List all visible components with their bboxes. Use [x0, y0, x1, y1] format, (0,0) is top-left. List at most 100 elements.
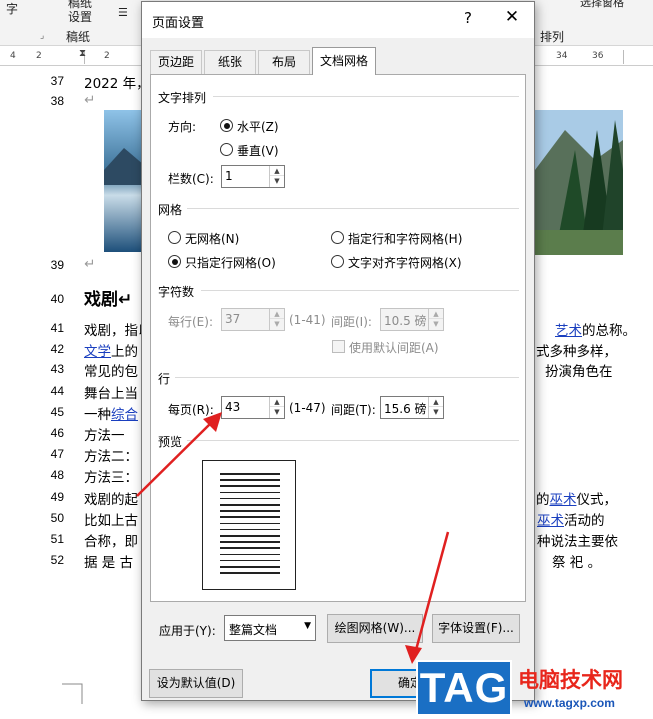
chevron-down-icon[interactable]: ▼: [304, 621, 311, 631]
line-number: 43: [50, 362, 64, 376]
spin-down-icon[interactable]: ▼: [270, 407, 284, 417]
separator: [175, 377, 519, 378]
line-grid-only-radio[interactable]: [168, 255, 181, 268]
ribbon-group-arrange: 排列: [540, 30, 565, 44]
doc-link[interactable]: 艺术: [555, 323, 582, 339]
doc-link[interactable]: 巫术: [550, 492, 577, 508]
section-text-direction: 文字排列: [158, 91, 207, 105]
lines-per-page-spinbox[interactable]: 43 ▲ ▼: [221, 396, 285, 419]
doc-heading: 戏剧↵: [84, 290, 133, 310]
preview-line: [220, 522, 280, 525]
line-and-char-grid-radio[interactable]: [331, 231, 344, 244]
doc-line-right-pre: 的: [536, 492, 550, 508]
dialog-title: 页面设置: [152, 16, 205, 31]
tab-document-grid[interactable]: 文档网格: [312, 47, 376, 75]
line-number: 48: [50, 468, 64, 482]
doc-link[interactable]: 文学: [84, 344, 111, 360]
preview-line: [220, 491, 280, 494]
preview-line: [220, 572, 280, 574]
preview-line: [220, 510, 280, 512]
forest-photo: [535, 110, 623, 255]
apply-to-select[interactable]: 整篇文档 ▼: [224, 615, 316, 641]
spin-down-icon: ▼: [274, 320, 280, 328]
doc-line: 常见的包: [84, 364, 138, 380]
tab-paper[interactable]: 纸张: [204, 50, 256, 74]
spin-up-icon[interactable]: ▲: [429, 397, 443, 407]
preview-line: [220, 541, 280, 543]
lake-photo: [104, 110, 144, 252]
indent-marker-icon[interactable]: ⧗: [79, 48, 86, 59]
line-number: 44: [50, 384, 64, 398]
dialog-titlebar[interactable]: 页面设置 ? ✕: [142, 2, 534, 38]
doc-line: 戏剧的起: [84, 492, 138, 508]
char-pitch-spinbox: 10.5 磅 ▲ ▼: [380, 308, 444, 331]
set-default-button[interactable]: 设为默认值(D): [149, 669, 243, 698]
preview-line: [220, 504, 280, 506]
apply-to-value[interactable]: 整篇文档: [229, 621, 277, 638]
snap-char-grid-radio[interactable]: [331, 255, 344, 268]
preview-line: [220, 547, 280, 549]
doc-line-right: 式多种多样，: [536, 344, 617, 360]
line-number: 51: [50, 532, 64, 546]
help-button[interactable]: ?: [458, 9, 478, 27]
ruler-number: 4: [10, 51, 16, 61]
line-pitch-value[interactable]: 15.6 磅: [384, 400, 427, 417]
doc-line: 一种: [84, 407, 111, 423]
font-settings-button[interactable]: 字体设置(F)...: [432, 614, 520, 643]
separator: [187, 440, 519, 441]
page-corner-mark: [62, 683, 83, 704]
section-preview: 预览: [158, 435, 183, 449]
spin-down-icon[interactable]: ▼: [270, 176, 284, 186]
tab-layout[interactable]: 布局: [258, 50, 310, 74]
line-pitch-spinbox[interactable]: 15.6 磅 ▲ ▼: [380, 396, 444, 419]
tab-margins[interactable]: 页边距: [150, 50, 202, 74]
horizontal-radio[interactable]: [220, 119, 233, 132]
lines-per-page-label: 每页(R):: [168, 403, 214, 417]
section-lines: 行: [158, 372, 171, 386]
doc-line: 方法二：: [84, 449, 138, 465]
doc-line-right: 扮演角色在: [545, 364, 613, 380]
doc-link[interactable]: 综合: [111, 407, 138, 423]
chars-range: (1-41): [289, 313, 326, 327]
doc-link[interactable]: 巫术: [537, 513, 564, 529]
columns-spinbox[interactable]: 1 ▲ ▼: [221, 165, 285, 188]
dialog-launcher-icon[interactable]: ⌟: [40, 31, 44, 41]
vertical-label[interactable]: 垂直(V): [237, 142, 279, 159]
doc-line: 方法三：: [84, 470, 138, 486]
apply-to-label: 应用于(Y):: [159, 624, 216, 638]
watermark-logo: TAG: [416, 660, 512, 716]
close-button[interactable]: ✕: [502, 7, 522, 27]
doc-line: 方法一: [84, 428, 125, 444]
ruler-number: 36: [592, 51, 604, 61]
ribbon-draft-settings-line2[interactable]: 设置: [68, 8, 92, 25]
preview-page: [202, 460, 296, 590]
spin-down-icon[interactable]: ▼: [429, 407, 443, 417]
separator: [187, 208, 519, 209]
ribbon-selection-pane[interactable]: 选择窗格: [580, 0, 624, 10]
line-number: 37: [50, 74, 64, 88]
line-grid-only-label[interactable]: 只指定行网格(O): [185, 254, 276, 271]
columns-label: 栏数(C):: [168, 172, 214, 186]
doc-line-tail: 的总称。: [582, 323, 636, 339]
char-pitch-label: 间距(I):: [331, 315, 372, 329]
snap-char-grid-label[interactable]: 文字对齐字符网格(X): [348, 254, 462, 271]
vertical-radio[interactable]: [220, 143, 233, 156]
draw-grid-button[interactable]: 绘图网格(W)...: [327, 614, 423, 643]
lines-range: (1-47): [289, 401, 326, 415]
line-and-char-grid-label[interactable]: 指定行和字符网格(H): [348, 230, 462, 247]
doc-line: 据 是 古: [84, 555, 134, 571]
spin-up-icon[interactable]: ▲: [270, 397, 284, 407]
indent-icon[interactable]: ☰: [118, 6, 128, 19]
horizontal-label[interactable]: 水平(Z): [237, 118, 279, 135]
columns-value[interactable]: 1: [225, 169, 233, 183]
no-grid-label[interactable]: 无网格(N): [185, 230, 239, 247]
no-grid-radio[interactable]: [168, 231, 181, 244]
chars-per-line-label: 每行(E):: [168, 315, 213, 329]
preview-line: [220, 485, 280, 487]
lines-per-page-value[interactable]: 43: [225, 400, 240, 414]
line-number: 42: [50, 342, 64, 356]
paragraph-mark: ↵: [84, 92, 96, 108]
separator: [213, 96, 519, 97]
spin-up-icon[interactable]: ▲: [270, 166, 284, 176]
doc-line-right: 活动的: [564, 513, 605, 529]
